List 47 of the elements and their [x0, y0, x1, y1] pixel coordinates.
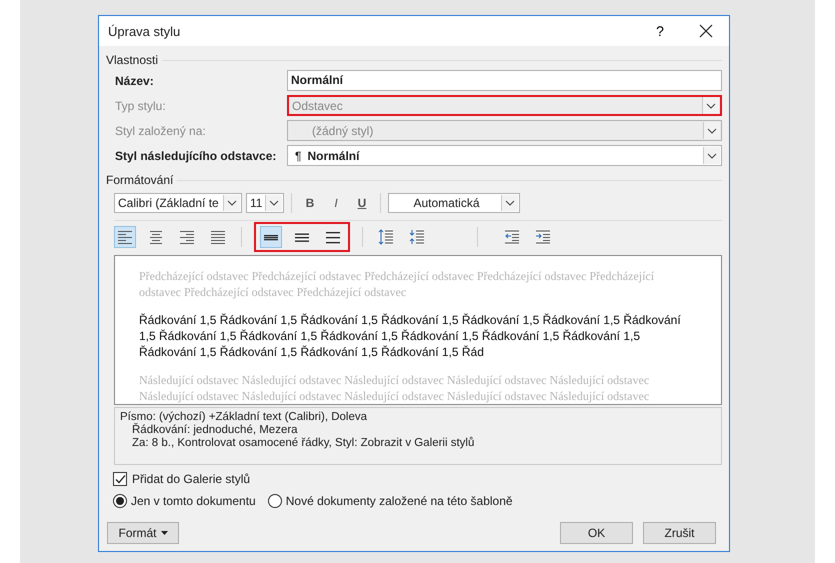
help-button[interactable]: ? [637, 16, 683, 46]
chevron-down-icon [227, 200, 237, 206]
preview-sample-text: Řádkování 1,5 Řádkování 1,5 Řádkování 1,5 Řádkování 1,5 Řádkování 1,5 Řádkování 1,5 Řádkování 1,5 Řádkování 1,5 Řádkování 1,5 Řádkování 1,5 Řádkování 1,5 Řádkování 1,5 Řádkování 1,5 Řádkování 1,5 Řádkování 1,5 Řádkování 1,5 Řádkování 1,5 Řád [139, 312, 682, 360]
font-color-dropdown[interactable]: Automatická [388, 193, 520, 213]
chevron-down-icon [706, 102, 716, 108]
field-label: Styl založený na: [115, 124, 207, 138]
description-line: Za: 8 b., Kontrolovat osamocené řádky, Styl: Zobrazit v Galerii stylů [132, 437, 474, 449]
align-center-icon [148, 230, 164, 244]
chevron-down-icon [707, 152, 717, 158]
cancel-button[interactable]: Zrušit [643, 522, 716, 544]
chevron-down-icon [505, 200, 515, 206]
font-dropdown[interactable]: Calibri (Základní te [114, 193, 242, 213]
description-line: Písmo: (výchozí) +Základní text (Calibri), Doleva [120, 411, 368, 423]
chevron-down-icon [269, 200, 279, 206]
radio-button[interactable] [113, 494, 127, 508]
line-spacing-button[interactable] [260, 226, 282, 248]
italic-button[interactable]: I [325, 192, 347, 214]
description-line: Řádkování: jednoduché, Mezera [132, 424, 298, 436]
name-field[interactable]: Normální [287, 70, 722, 91]
align-left-icon [117, 230, 133, 244]
font-size-dropdown[interactable]: 11 [246, 193, 284, 213]
bold-button[interactable]: B [299, 192, 321, 214]
preview-previous-text: Předcházející odstavec Předcházející odstavec Předcházející odstavec Předcházející odstavec Předcházející odstavec Předcházející odstavec Předcházející odstavec [139, 268, 656, 300]
alignment-button[interactable] [114, 226, 136, 248]
checkbox-label: Přidat do Galerie stylů [132, 472, 250, 486]
checkmark-icon [114, 474, 126, 484]
field-label: Název: [115, 74, 155, 88]
field-label: Styl následujícího odstavce: [115, 148, 278, 162]
align-right-icon [179, 230, 195, 244]
line-spacing-icon [325, 230, 341, 244]
align-justify-icon [210, 230, 226, 244]
ok-button[interactable]: OK [560, 522, 633, 544]
radio-label: Jen v tomto dokumentu [131, 494, 256, 508]
radio-button[interactable] [268, 494, 282, 508]
checkbox[interactable] [113, 472, 127, 486]
field-label: Typ stylu: [115, 98, 167, 112]
dropdown[interactable]: ¶ Normální [287, 145, 722, 166]
window-title: Úprava stylu [108, 24, 182, 38]
chevron-down-icon [707, 128, 717, 134]
section-heading: Formátování [106, 173, 174, 187]
radio-label: Nové dokumenty založené na této šabloně [286, 494, 513, 508]
underline-button[interactable]: U [351, 192, 373, 214]
caret-icon [160, 531, 168, 535]
section-heading: Vlastnosti [106, 53, 158, 67]
preview-following-text: Následující odstavec Následující odstavec Následující odstavec Následující odstavec Následující odstavec Následující odstavec Následující odstavec Následující odstavec Následující odstavec Následující odstavec [139, 372, 650, 404]
close-icon [699, 24, 713, 38]
format-menu-button[interactable]: Formát [107, 522, 179, 544]
